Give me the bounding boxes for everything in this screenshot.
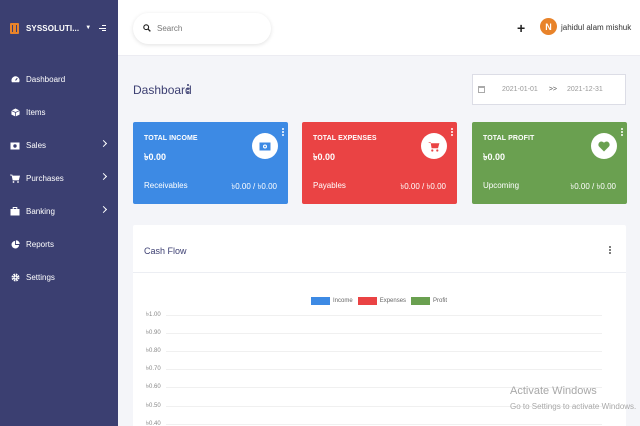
profit-card[interactable]: TOTAL PROFIT ৳0.00 Upcoming ৳0.00 / ৳0.0… — [472, 122, 627, 204]
sidebar-item-label: Banking — [26, 207, 55, 216]
card-menu-icon[interactable] — [282, 128, 284, 137]
chart-legend: Income Expenses Profit — [311, 297, 452, 305]
grid-line — [166, 424, 602, 425]
briefcase-icon — [10, 207, 20, 217]
y-axis-tick: ৳0.80 — [146, 348, 161, 354]
card-menu-icon[interactable] — [621, 128, 623, 137]
sidebar-item-label: Items — [26, 108, 46, 117]
legend-swatch-profit — [411, 297, 431, 305]
y-axis-tick: ৳0.90 — [146, 330, 161, 336]
chevron-right-icon[interactable] — [99, 172, 108, 181]
cube-icon — [10, 108, 20, 118]
card-amount: ৳0.00 — [313, 152, 335, 162]
date-separator: >> — [548, 86, 557, 93]
menu-toggle-icon[interactable] — [99, 25, 106, 31]
legend-label: Income — [333, 298, 353, 304]
calendar-icon — [478, 86, 485, 93]
sidebar-item-sales[interactable]: Sales — [0, 129, 118, 162]
card-amount: ৳0.00 — [483, 152, 505, 162]
expenses-card[interactable]: TOTAL EXPENSES ৳0.00 Payables ৳0.00 / ৳0… — [302, 122, 457, 204]
brand-logo-icon — [10, 22, 19, 34]
y-axis-tick: ৳0.40 — [146, 421, 161, 426]
y-axis-tick: ৳0.50 — [146, 403, 161, 409]
cart-icon — [10, 174, 20, 184]
grid-line — [166, 333, 602, 334]
card-amount: ৳0.00 — [144, 152, 166, 162]
card-menu-icon[interactable] — [451, 128, 453, 137]
grid-line — [166, 315, 602, 316]
card-title: TOTAL INCOME — [144, 135, 198, 142]
activate-windows-title: Activate Windows — [510, 385, 597, 397]
money-icon — [10, 141, 20, 151]
card-footer-label: Receivables — [144, 181, 188, 190]
date-to[interactable]: 2021-12-31 — [567, 86, 603, 93]
sidebar-item-reports[interactable]: Reports — [0, 228, 118, 261]
sidebar-item-label: Dashboard — [26, 75, 66, 84]
y-axis-tick: ৳0.60 — [146, 384, 161, 390]
sidebar-item-dashboard[interactable]: Dashboard — [0, 63, 118, 96]
add-new-button[interactable]: + — [517, 21, 525, 35]
cash-flow-menu-icon[interactable] — [609, 246, 611, 255]
y-axis-tick: ৳1.00 — [146, 312, 161, 318]
cash-flow-title: Cash Flow — [144, 246, 187, 256]
card-title: TOTAL PROFIT — [483, 135, 535, 142]
legend-label: Profit — [433, 298, 448, 304]
search-box[interactable] — [133, 13, 271, 44]
heart-icon — [591, 133, 617, 159]
caret-down-icon[interactable]: ▼ — [85, 25, 91, 31]
search-icon — [143, 23, 151, 34]
card-footer-label: Payables — [313, 181, 346, 190]
card-footer-value: ৳0.00 / ৳0.00 — [570, 182, 616, 191]
legend-item-expenses[interactable]: Expenses — [357, 297, 407, 305]
cart-icon — [421, 133, 447, 159]
date-range-picker[interactable]: 2021-01-01 >> 2021-12-31 — [472, 74, 626, 105]
sidebar: SYSSOLUTI... ▼ Dashboard Items Sales Pur… — [0, 0, 118, 426]
income-card[interactable]: TOTAL INCOME ৳0.00 Receivables ৳0.00 / ৳… — [133, 122, 288, 204]
page-title: Dashboard — [133, 83, 192, 97]
card-footer-value: ৳0.00 / ৳0.00 — [231, 182, 277, 191]
pie-chart-icon — [10, 240, 20, 250]
sidebar-item-purchases[interactable]: Purchases — [0, 162, 118, 195]
chevron-right-icon[interactable] — [99, 139, 108, 148]
avatar[interactable]: N — [540, 18, 557, 35]
dashboard-icon — [10, 75, 20, 85]
sidebar-item-label: Reports — [26, 240, 55, 249]
card-footer-value: ৳0.00 / ৳0.00 — [400, 182, 446, 191]
grid-line — [166, 369, 602, 370]
money-icon — [252, 133, 278, 159]
dashboard-menu-icon[interactable] — [187, 84, 190, 94]
legend-swatch-expenses — [357, 297, 377, 305]
user-name[interactable]: jahidul alam mishuk — [561, 23, 631, 32]
sidebar-item-label: Sales — [26, 141, 47, 150]
search-input[interactable] — [157, 24, 257, 33]
legend-swatch-income — [311, 297, 330, 305]
gear-icon — [10, 273, 20, 283]
sidebar-item-banking[interactable]: Banking — [0, 195, 118, 228]
y-axis-tick: ৳0.70 — [146, 366, 161, 372]
legend-label: Expenses — [379, 298, 407, 304]
legend-item-profit[interactable]: Profit — [411, 297, 447, 305]
legend-item-income[interactable]: Income — [311, 297, 353, 305]
sidebar-item-label: Purchases — [26, 174, 64, 183]
cash-flow-header: Cash Flow — [133, 225, 626, 273]
grid-line — [166, 351, 602, 352]
sidebar-item-label: Settings — [26, 273, 55, 282]
chevron-right-icon[interactable] — [99, 205, 108, 214]
sidebar-item-settings[interactable]: Settings — [0, 261, 118, 294]
card-footer-label: Upcoming — [483, 181, 520, 190]
date-from[interactable]: 2021-01-01 — [502, 86, 538, 93]
sidebar-item-items[interactable]: Items — [0, 96, 118, 129]
topbar: + N jahidul alam mishuk — [118, 0, 640, 56]
brand-name: SYSSOLUTI... — [26, 23, 80, 33]
sidebar-nav: Dashboard Items Sales Purchases Banking … — [0, 63, 118, 294]
card-title: TOTAL EXPENSES — [313, 135, 377, 142]
activate-windows-subtitle: Go to Settings to activate Windows. — [510, 402, 637, 411]
